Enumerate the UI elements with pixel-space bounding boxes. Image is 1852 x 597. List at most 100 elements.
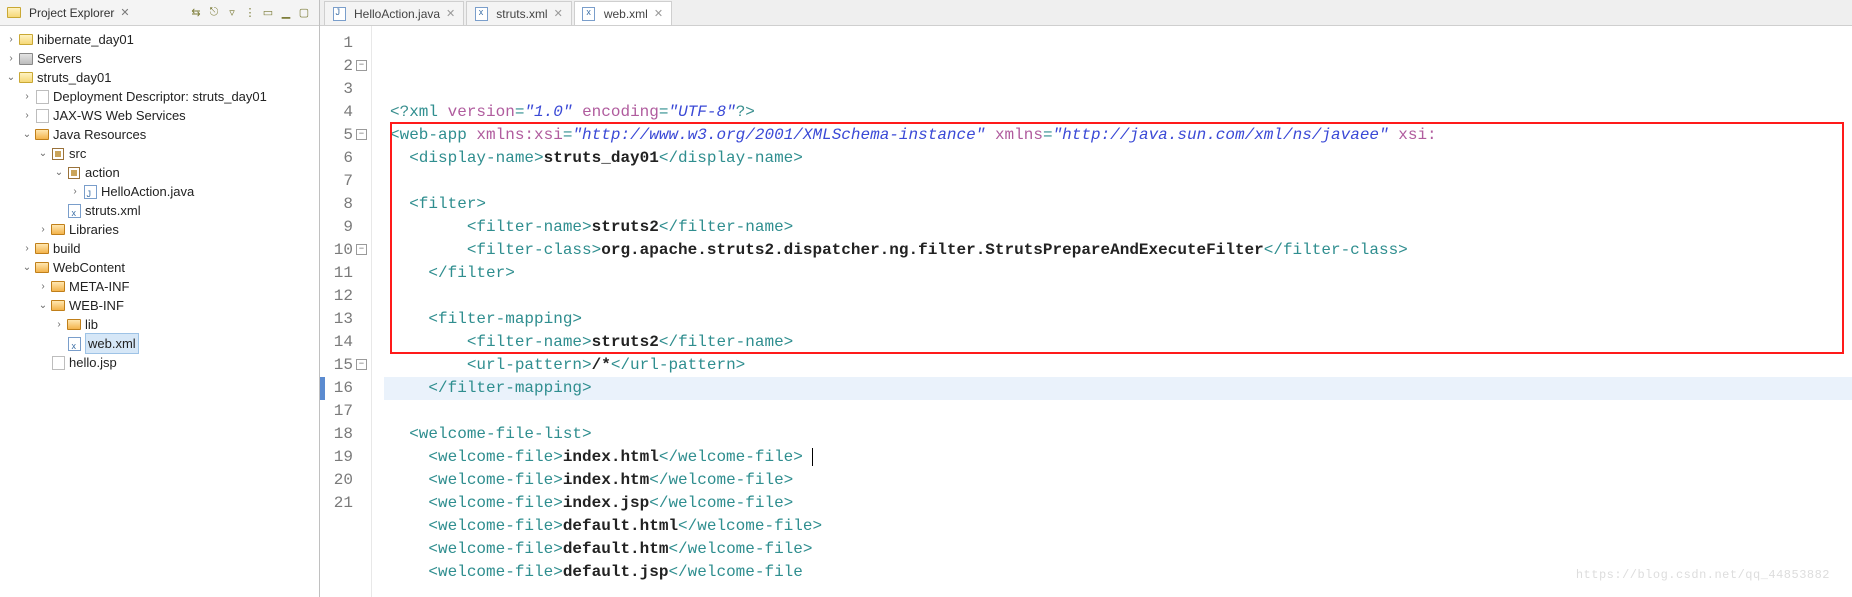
- filter-icon[interactable]: ▿: [223, 4, 241, 22]
- code-line[interactable]: <web-app xmlns:xsi="http://www.w3.org/20…: [390, 124, 1852, 147]
- project-tree[interactable]: ›hibernate_day01›Servers⌄struts_day01›De…: [0, 26, 319, 597]
- pkg-icon: [66, 165, 82, 181]
- code-content[interactable]: https://blog.csdn.net/qq_44853882 <?xml …: [384, 26, 1852, 597]
- line-number: 6: [320, 147, 353, 170]
- code-line[interactable]: <?xml version="1.0" encoding="UTF-8"?>: [390, 101, 1852, 124]
- code-line[interactable]: [390, 170, 1852, 193]
- line-number: 5−: [320, 124, 353, 147]
- fg-icon: [34, 108, 50, 124]
- view-pin-icon: ✕: [120, 6, 129, 19]
- fold-toggle-icon[interactable]: −: [356, 244, 367, 255]
- code-line[interactable]: </filter-mapping>: [390, 377, 1852, 400]
- line-number: 13: [320, 308, 353, 331]
- code-line[interactable]: <url-pattern>/*</url-pattern>: [390, 354, 1852, 377]
- line-number: 7: [320, 170, 353, 193]
- expand-toggle-icon[interactable]: ›: [4, 30, 18, 49]
- expand-toggle-icon[interactable]: ›: [36, 277, 50, 296]
- code-line[interactable]: <welcome-file>index.jsp</welcome-file>: [390, 492, 1852, 515]
- expand-toggle-icon[interactable]: ⌄: [20, 258, 34, 277]
- collapse-all-icon[interactable]: ⇆: [187, 4, 205, 22]
- maximize-icon[interactable]: ▢: [295, 4, 313, 22]
- code-line[interactable]: <filter-name>struts2</filter-name>: [390, 216, 1852, 239]
- tree-item-label: struts.xml: [85, 201, 141, 220]
- fx-icon: [581, 6, 597, 22]
- code-line[interactable]: <filter-name>struts2</filter-name>: [390, 331, 1852, 354]
- srv-icon: [18, 51, 34, 67]
- tree-item[interactable]: ›hibernate_day01: [4, 30, 319, 49]
- expand-toggle-icon[interactable]: ⌄: [4, 68, 18, 87]
- tree-item[interactable]: ›Libraries: [4, 220, 319, 239]
- tree-item[interactable]: ⌄Java Resources: [4, 125, 319, 144]
- code-line[interactable]: </filter>: [390, 262, 1852, 285]
- focus-icon[interactable]: ▭: [259, 4, 277, 22]
- code-line[interactable]: <filter-class>org.apache.struts2.dispatc…: [390, 239, 1852, 262]
- tree-item[interactable]: ›build: [4, 239, 319, 258]
- tree-item[interactable]: hello.jsp: [4, 353, 319, 372]
- code-line[interactable]: <filter>: [390, 193, 1852, 216]
- code-token: </filter-name>: [659, 333, 793, 351]
- code-token: </filter-mapping>: [428, 379, 591, 397]
- tree-item[interactable]: ›Deployment Descriptor: struts_day01: [4, 87, 319, 106]
- expand-toggle-icon[interactable]: ⌄: [52, 163, 66, 182]
- code-line[interactable]: <welcome-file>default.html</welcome-file…: [390, 515, 1852, 538]
- tree-item[interactable]: ›JAX-WS Web Services: [4, 106, 319, 125]
- tree-item[interactable]: ⌄WEB-INF: [4, 296, 319, 315]
- close-tab-icon[interactable]: ✕: [554, 7, 563, 20]
- fld-o-icon: [34, 241, 50, 257]
- code-line[interactable]: [390, 285, 1852, 308]
- code-editor[interactable]: 12−345−678910−1112131415−161718192021 ht…: [320, 26, 1852, 597]
- code-line[interactable]: <filter-mapping>: [390, 308, 1852, 331]
- line-number: 2−: [320, 55, 353, 78]
- tree-item[interactable]: ⌄WebContent: [4, 258, 319, 277]
- tree-item[interactable]: › META-INF: [4, 277, 319, 296]
- close-tab-icon[interactable]: ✕: [446, 7, 455, 20]
- tree-item[interactable]: ›lib: [4, 315, 319, 334]
- expand-toggle-icon[interactable]: ›: [20, 106, 34, 125]
- code-token: </welcome-file>: [659, 448, 803, 466]
- tree-item[interactable]: ›HelloAction.java: [4, 182, 319, 201]
- expand-toggle-icon[interactable]: ›: [20, 239, 34, 258]
- code-token: [390, 195, 409, 213]
- minimize-icon[interactable]: ▁: [277, 4, 295, 22]
- expand-toggle-icon[interactable]: ›: [52, 315, 66, 334]
- expand-toggle-icon[interactable]: ›: [68, 182, 82, 201]
- code-token: struts2: [592, 333, 659, 351]
- tree-item[interactable]: ⌄action: [4, 163, 319, 182]
- tree-item-label: src: [69, 144, 86, 163]
- fold-toggle-icon[interactable]: −: [356, 359, 367, 370]
- expand-toggle-icon[interactable]: ⌄: [20, 125, 34, 144]
- tree-item[interactable]: ›Servers: [4, 49, 319, 68]
- expand-toggle-icon[interactable]: ›: [36, 220, 50, 239]
- tree-item-label: META-INF: [69, 277, 129, 296]
- expand-toggle-icon[interactable]: ›: [20, 87, 34, 106]
- tree-item[interactable]: ⌄ struts_day01: [4, 68, 319, 87]
- code-line[interactable]: <welcome-file>default.htm</welcome-file>: [390, 538, 1852, 561]
- code-line[interactable]: <welcome-file>default.jsp</welcome-file: [390, 561, 1852, 584]
- line-number: 9: [320, 216, 353, 239]
- expand-toggle-icon[interactable]: ›: [4, 49, 18, 68]
- code-line[interactable]: <welcome-file>index.htm</welcome-file>: [390, 469, 1852, 492]
- code-line[interactable]: [390, 400, 1852, 423]
- tree-item[interactable]: struts.xml: [4, 201, 319, 220]
- view-menu-icon[interactable]: ⋮: [241, 4, 259, 22]
- fold-toggle-icon[interactable]: −: [356, 129, 367, 140]
- expand-toggle-icon[interactable]: ⌄: [36, 144, 50, 163]
- tree-item[interactable]: ⌄ src: [4, 144, 319, 163]
- close-tab-icon[interactable]: ✕: [654, 7, 663, 20]
- tree-item[interactable]: web.xml: [4, 334, 319, 353]
- editor-tab[interactable]: web.xml✕: [574, 1, 672, 25]
- line-number: 4: [320, 101, 353, 124]
- fld-o-icon: [50, 279, 66, 295]
- link-editor-icon[interactable]: ⎋: [205, 4, 223, 22]
- editor-tab[interactable]: struts.xml✕: [466, 1, 572, 25]
- code-line[interactable]: <welcome-file-list>: [390, 423, 1852, 446]
- fold-toggle-icon[interactable]: −: [356, 60, 367, 71]
- editor-tab[interactable]: HelloAction.java✕: [324, 1, 464, 25]
- code-line[interactable]: <display-name>struts_day01</display-name…: [390, 147, 1852, 170]
- tree-item-label: struts_day01: [37, 68, 111, 87]
- code-token: </welcome-file>: [668, 540, 812, 558]
- code-line[interactable]: <welcome-file>index.html</welcome-file>: [390, 446, 1852, 469]
- fld-o-icon: [34, 127, 50, 143]
- expand-toggle-icon[interactable]: ⌄: [36, 296, 50, 315]
- code-token: [390, 540, 428, 558]
